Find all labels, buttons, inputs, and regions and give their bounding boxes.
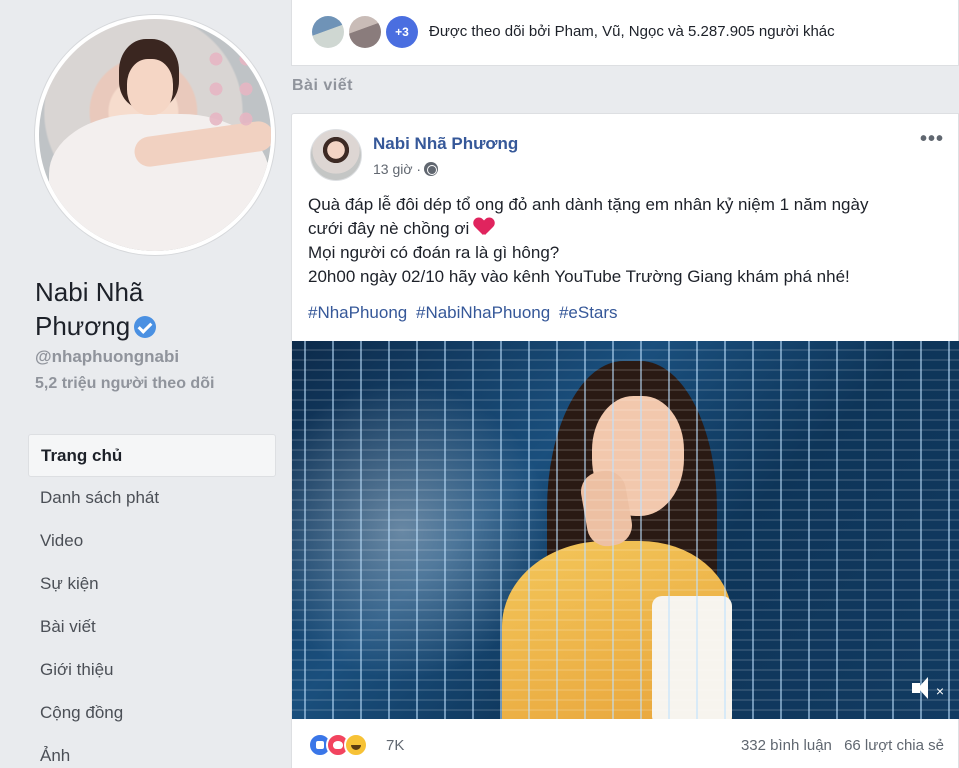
verified-badge-icon [134, 316, 157, 338]
hashtag-link[interactable]: #NabiNhaPhuong [416, 303, 550, 322]
haha-reaction-icon [344, 733, 368, 757]
post-text-line: Mọi người có đoán ra là gì hông? [308, 243, 560, 262]
post-body: Quà đáp lễ đôi dép tổ ong đỏ anh dành tặ… [308, 193, 948, 289]
nav-item-posts[interactable]: Bài viết [28, 606, 276, 649]
friend-avatar[interactable] [312, 16, 344, 48]
nav-item-playlists[interactable]: Danh sách phát [28, 477, 276, 520]
heart-emoji-icon [474, 218, 494, 236]
post-time[interactable]: 13 giờ · [373, 161, 421, 177]
hashtag-link[interactable]: #eStars [559, 303, 618, 322]
post-text-line: 20h00 ngày 02/10 hãy vào kênh YouTube Tr… [308, 267, 850, 286]
nav-item-photos[interactable]: Ảnh [28, 735, 276, 768]
muted-volume-icon[interactable] [912, 677, 938, 699]
post-text-line: cưới đây nè chồng ơi [308, 219, 470, 238]
hashtag-link[interactable]: #NhaPhuong [308, 303, 407, 322]
post-stats: 332 bình luận 66 lượt chia sẻ [741, 737, 944, 754]
comment-count[interactable]: 332 bình luận [741, 737, 832, 754]
post-timestamp[interactable]: 13 giờ · [373, 161, 439, 177]
page-username[interactable]: @nhaphuongnabi [35, 347, 179, 367]
nav-item-home[interactable]: Trang chủ [28, 434, 276, 477]
post-text-line: Quà đáp lễ đôi dép tổ ong đỏ anh dành tặ… [308, 195, 869, 214]
section-heading-posts: Bài viết [292, 77, 353, 94]
page-title-line1: Nabi Nhã [35, 277, 144, 307]
more-options-icon[interactable]: ••• [920, 128, 944, 151]
friend-avatar[interactable] [349, 16, 381, 48]
nav-item-about[interactable]: Giới thiệu [28, 649, 276, 692]
followed-by-card: +3 Được theo dõi bởi Pham, Vũ, Ngọc và 5… [291, 0, 959, 66]
profile-photo [39, 19, 271, 251]
more-friends-badge[interactable]: +3 [386, 16, 418, 48]
follower-count: 5,2 triệu người theo dõi [35, 375, 215, 392]
page-title-line2: Phương [35, 311, 131, 341]
followed-by-text: Được theo dõi bởi Pham, Vũ, Ngọc và 5.28… [429, 23, 835, 40]
post-hashtags: #NhaPhuong #NabiNhaPhuong #eStars [308, 303, 622, 323]
nav-item-videos[interactable]: Video [28, 520, 276, 563]
post-video[interactable]: × [292, 341, 959, 719]
globe-icon [424, 162, 439, 176]
page-nav: Trang chủ Danh sách phát Video Sự kiện B… [28, 434, 276, 768]
page-title[interactable]: Nabi Nhã Phương [35, 275, 275, 343]
profile-picture[interactable] [35, 15, 275, 255]
nav-item-events[interactable]: Sự kiện [28, 563, 276, 606]
nav-item-community[interactable]: Cộng đồng [28, 692, 276, 735]
reaction-count[interactable]: 7K [386, 737, 404, 754]
post-author-avatar[interactable] [310, 129, 362, 181]
mute-x-icon: × [935, 683, 944, 699]
post-author-name[interactable]: Nabi Nhã Phương [373, 134, 518, 154]
post-card: Nabi Nhã Phương 13 giờ · ••• Quà đáp lễ … [291, 113, 959, 768]
share-count[interactable]: 66 lượt chia sẻ [844, 737, 944, 754]
left-sidebar: Nabi Nhã Phương @nhaphuongnabi 5,2 triệu… [0, 0, 290, 768]
